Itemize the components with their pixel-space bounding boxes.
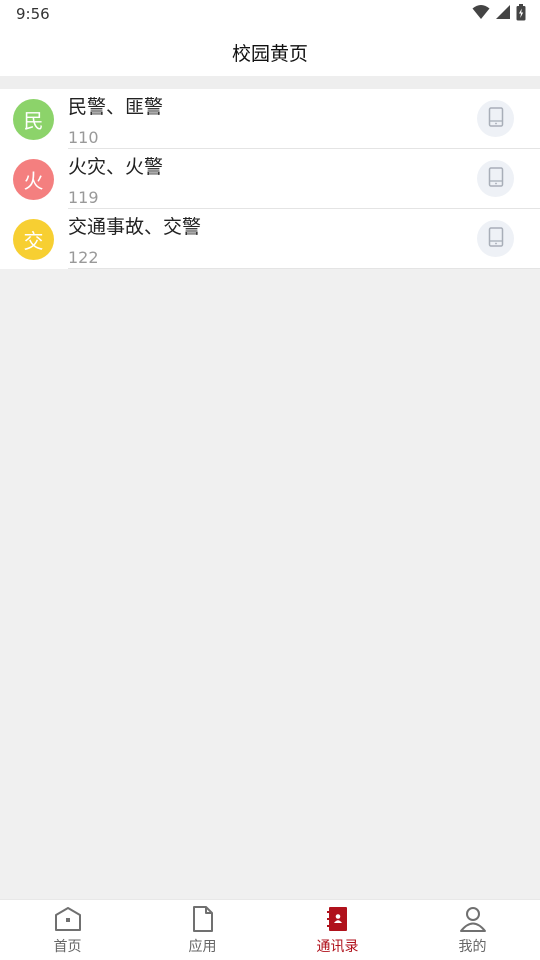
status-icons bbox=[472, 3, 526, 25]
call-button[interactable] bbox=[477, 160, 514, 197]
tab-label: 首页 bbox=[53, 939, 82, 955]
tab-label: 应用 bbox=[188, 939, 217, 955]
contact-list: 民 民警、匪警 110 火 火灾、火警 119 交 交通事故、交警 122 bbox=[0, 89, 540, 269]
section-gap bbox=[0, 76, 540, 89]
contact-name: 火灾、火警 bbox=[68, 156, 164, 178]
tab-profile[interactable]: 我的 bbox=[405, 900, 540, 960]
avatar: 火 bbox=[13, 159, 54, 200]
page-title: 校园黄页 bbox=[231, 42, 308, 65]
tab-contacts[interactable]: 通讯录 bbox=[270, 900, 405, 960]
contact-row-fire[interactable]: 火 火灾、火警 119 bbox=[0, 149, 540, 209]
bottom-tab-bar: 首页 应用 通讯录 我的 bbox=[0, 899, 540, 960]
avatar-char: 交 bbox=[23, 229, 44, 253]
contact-name: 交通事故、交警 bbox=[68, 216, 202, 238]
call-button[interactable] bbox=[477, 220, 514, 257]
status-time: 9:56 bbox=[16, 5, 50, 23]
wifi-icon bbox=[472, 4, 490, 24]
phone-icon bbox=[488, 166, 504, 191]
tab-label: 我的 bbox=[458, 939, 487, 955]
contact-row-police[interactable]: 民 民警、匪警 110 bbox=[0, 89, 540, 149]
contact-row-traffic[interactable]: 交 交通事故、交警 122 bbox=[0, 209, 540, 269]
avatar-char: 民 bbox=[23, 109, 44, 133]
avatar: 民 bbox=[13, 99, 54, 140]
avatar-char: 火 bbox=[23, 169, 44, 193]
tab-home[interactable]: 首页 bbox=[0, 900, 135, 960]
home-icon bbox=[54, 906, 82, 932]
cell-signal-icon bbox=[495, 4, 511, 24]
status-bar: 9:56 bbox=[0, 0, 540, 28]
battery-icon bbox=[516, 3, 526, 25]
phone-icon bbox=[488, 106, 504, 131]
header: 校园黄页 bbox=[0, 28, 540, 76]
phone-icon bbox=[488, 226, 504, 251]
contact-name: 民警、匪警 bbox=[68, 96, 164, 118]
contact-number: 122 bbox=[68, 248, 99, 267]
contact-number: 119 bbox=[68, 188, 99, 207]
avatar: 交 bbox=[13, 219, 54, 260]
document-icon bbox=[191, 906, 215, 932]
person-icon bbox=[459, 906, 487, 932]
divider bbox=[68, 268, 540, 269]
contact-number: 110 bbox=[68, 128, 99, 147]
tab-apps[interactable]: 应用 bbox=[135, 900, 270, 960]
contacts-book-icon bbox=[326, 906, 350, 932]
tab-label: 通讯录 bbox=[316, 939, 359, 955]
call-button[interactable] bbox=[477, 100, 514, 137]
